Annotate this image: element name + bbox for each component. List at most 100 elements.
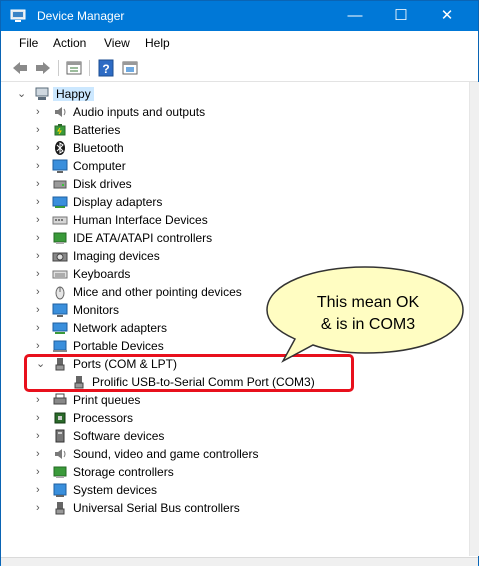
chevron-right-icon[interactable]: › xyxy=(36,106,45,118)
software-device-icon xyxy=(55,429,65,443)
tree-item-label: Bluetooth xyxy=(73,141,124,155)
properties-view-icon[interactable] xyxy=(65,59,83,77)
tree-item-label: Display adapters xyxy=(73,195,163,209)
keyboard-icon xyxy=(52,270,68,279)
tree-item-audio[interactable]: › Audio inputs and outputs xyxy=(1,103,461,121)
ide-controller-icon xyxy=(53,232,67,244)
tree-item-label: Computer xyxy=(73,159,126,173)
chevron-right-icon[interactable]: › xyxy=(36,286,45,298)
menu-file[interactable]: File xyxy=(19,36,38,50)
vertical-scrollbar[interactable] xyxy=(469,82,479,556)
menu-bar: File Action View Help xyxy=(1,32,478,54)
device-manager-app-icon xyxy=(10,9,26,22)
tree-item-imaging[interactable]: › Imaging devices xyxy=(1,247,461,265)
tree-item-software-devices[interactable]: › Software devices xyxy=(1,427,461,445)
chevron-right-icon[interactable]: › xyxy=(36,430,45,442)
tree-root-label: Happy xyxy=(53,87,94,101)
chevron-right-icon[interactable]: › xyxy=(36,196,45,208)
window-title: Device Manager xyxy=(37,9,125,23)
tree-item-label: Imaging devices xyxy=(73,249,160,263)
display-adapter-icon xyxy=(52,196,68,208)
chevron-right-icon[interactable]: › xyxy=(36,322,45,334)
chevron-right-icon[interactable]: › xyxy=(36,178,45,190)
chevron-right-icon[interactable]: › xyxy=(36,214,45,226)
help-icon[interactable]: ? xyxy=(97,59,115,77)
toolbar: ? xyxy=(1,55,478,82)
usb-icon xyxy=(55,502,65,515)
tree-item-ide[interactable]: › IDE ATA/ATAPI controllers xyxy=(1,229,461,247)
chevron-right-icon[interactable]: › xyxy=(36,340,45,352)
maximize-button[interactable]: ☐ xyxy=(378,1,424,31)
tree-item-disk-drives[interactable]: › Disk drives xyxy=(1,175,461,193)
forward-arrow-icon[interactable] xyxy=(34,59,52,77)
speaker-icon xyxy=(55,107,66,117)
human-interface-device-icon xyxy=(52,216,68,225)
menu-action[interactable]: Action xyxy=(53,36,86,50)
menu-view[interactable]: View xyxy=(104,36,130,50)
close-button[interactable]: ✕ xyxy=(424,1,470,31)
tree-item-hid[interactable]: › Human Interface Devices xyxy=(1,211,461,229)
chevron-right-icon[interactable]: › xyxy=(36,304,45,316)
battery-icon xyxy=(54,124,66,136)
tree-item-label: Storage controllers xyxy=(73,465,174,479)
minimize-button[interactable]: — xyxy=(332,1,378,31)
chevron-right-icon[interactable]: › xyxy=(36,484,45,496)
monitor-icon xyxy=(52,159,68,173)
tree-item-label: IDE ATA/ATAPI controllers xyxy=(73,231,213,245)
chevron-right-icon[interactable]: › xyxy=(36,502,45,514)
back-arrow-icon[interactable] xyxy=(11,59,29,77)
bluetooth-icon xyxy=(55,141,65,155)
tree-root-node[interactable]: ⌄ Happy xyxy=(1,85,461,103)
monitor-icon xyxy=(52,303,68,317)
network-adapter-icon xyxy=(52,322,68,334)
tree-item-label: Batteries xyxy=(73,123,121,137)
chevron-right-icon[interactable]: › xyxy=(36,142,45,154)
tree-item-label: Print queues xyxy=(73,393,141,407)
chevron-right-icon[interactable]: › xyxy=(36,466,45,478)
tree-item-label: Network adapters xyxy=(73,321,168,335)
processor-icon xyxy=(54,412,66,424)
camera-icon xyxy=(52,252,68,262)
tree-item-label: Mice and other pointing devices xyxy=(73,285,242,299)
tree-item-storage[interactable]: › Storage controllers xyxy=(1,463,461,481)
tree-item-computer[interactable]: › Computer xyxy=(1,157,461,175)
speaker-icon xyxy=(55,449,66,459)
printer-icon xyxy=(53,393,67,405)
chevron-right-icon[interactable]: › xyxy=(36,412,45,424)
menu-help[interactable]: Help xyxy=(145,36,170,50)
speech-bubble-line-2: & is in COM3 xyxy=(320,316,416,333)
tree-item-sound[interactable]: › Sound, video and game controllers xyxy=(1,445,461,463)
portable-device-icon xyxy=(53,340,67,352)
tree-item-label: Audio inputs and outputs xyxy=(73,105,206,119)
toolbar-separator xyxy=(58,60,59,76)
chevron-right-icon[interactable]: › xyxy=(36,124,45,136)
show-hidden-devices-icon[interactable] xyxy=(121,59,139,77)
chevron-right-icon[interactable]: › xyxy=(36,250,45,262)
tree-item-bluetooth[interactable]: › Bluetooth xyxy=(1,139,461,157)
tree-item-processors[interactable]: › Processors xyxy=(1,409,461,427)
tree-item-label: Keyboards xyxy=(73,267,131,281)
tree-item-label: Universal Serial Bus controllers xyxy=(73,501,240,515)
tree-item-print-queues[interactable]: › Print queues xyxy=(1,391,461,409)
chevron-right-icon[interactable]: › xyxy=(36,448,45,460)
chevron-right-icon[interactable]: › xyxy=(36,394,45,406)
disk-drive-icon xyxy=(53,180,67,189)
chevron-right-icon[interactable]: › xyxy=(36,232,45,244)
tree-item-label: Portable Devices xyxy=(73,339,164,353)
tree-item-display-adapters[interactable]: › Display adapters xyxy=(1,193,461,211)
tree-item-system[interactable]: › System devices xyxy=(1,481,461,499)
tree-item-label: Software devices xyxy=(73,429,165,443)
svg-text:?: ? xyxy=(102,62,109,76)
tree-item-label: Monitors xyxy=(73,303,120,317)
tree-item-batteries[interactable]: › Batteries xyxy=(1,121,461,139)
tree-item-label: System devices xyxy=(73,483,158,497)
chevron-down-icon[interactable]: ⌄ xyxy=(17,88,26,100)
system-device-icon xyxy=(53,483,67,497)
chevron-right-icon[interactable]: › xyxy=(36,268,45,280)
tree-item-label: Sound, video and game controllers xyxy=(73,447,259,461)
tree-item-usb[interactable]: › Universal Serial Bus controllers xyxy=(1,499,461,517)
speech-bubble-text: This mean OK & is in COM3 xyxy=(283,292,453,336)
chevron-right-icon[interactable]: › xyxy=(36,160,45,172)
tree-item-label: Disk drives xyxy=(73,177,132,191)
title-bar[interactable]: Device Manager — ☐ ✕ xyxy=(1,1,478,31)
